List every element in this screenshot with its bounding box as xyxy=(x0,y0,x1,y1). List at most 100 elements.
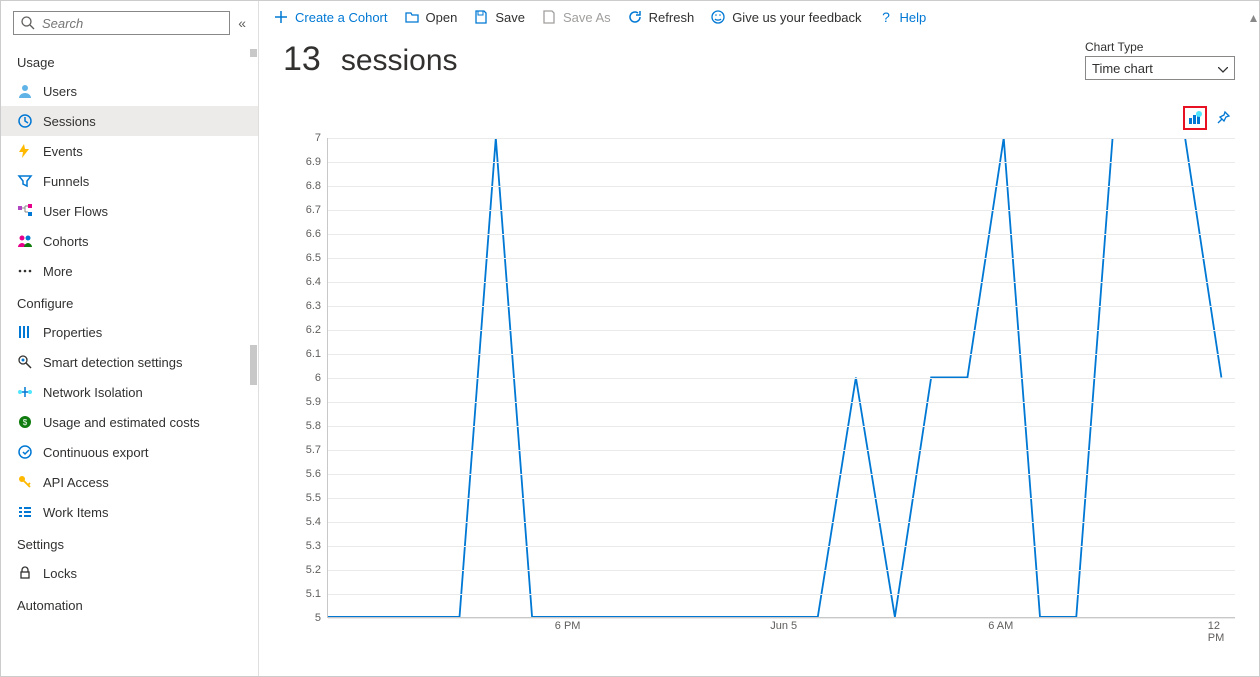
plot-area xyxy=(327,138,1235,618)
sidebar-item-label: Events xyxy=(43,144,83,159)
properties-icon xyxy=(17,324,33,340)
feedback-button[interactable]: Give us your feedback xyxy=(710,9,861,25)
toolbar-label: Save xyxy=(495,10,525,25)
sidebar: « Usage Users Sessions Events Funnels Us… xyxy=(1,1,259,676)
sidebar-item-label: Properties xyxy=(43,325,102,340)
scrollbar-thumb[interactable] xyxy=(250,345,257,385)
y-tick: 6.8 xyxy=(306,180,321,192)
y-tick: 5.4 xyxy=(306,516,321,528)
key-icon xyxy=(17,474,33,490)
x-axis: 6 PMJun 56 AM12 PM xyxy=(327,620,1235,636)
sidebar-item-continuousexport[interactable]: Continuous export xyxy=(1,437,258,467)
x-tick: 12 PM xyxy=(1208,620,1226,644)
sidebar-item-label: Work Items xyxy=(43,505,109,520)
y-tick: 5.2 xyxy=(306,564,321,576)
open-button[interactable]: Open xyxy=(404,9,458,25)
y-tick: 5.6 xyxy=(306,468,321,480)
scrollbar-up-icon[interactable] xyxy=(250,49,257,57)
chart-type-select[interactable]: Time chart xyxy=(1085,56,1235,80)
sidebar-item-cohorts[interactable]: Cohorts xyxy=(1,226,258,256)
sidebar-item-label: More xyxy=(43,264,73,279)
sidebar-item-label: Network Isolation xyxy=(43,385,143,400)
section-usage-header: Usage xyxy=(1,45,258,76)
sidebar-item-events[interactable]: Events xyxy=(1,136,258,166)
sidebar-item-label: Cohorts xyxy=(43,234,89,249)
y-tick: 7 xyxy=(315,132,321,144)
svg-text:?: ? xyxy=(882,9,890,25)
more-icon xyxy=(17,263,33,279)
toolbar-label: Save As xyxy=(563,10,611,25)
x-tick: Jun 5 xyxy=(770,620,797,632)
session-word: sessions xyxy=(341,44,458,78)
sidebar-item-apiaccess[interactable]: API Access xyxy=(1,467,258,497)
y-tick: 6.6 xyxy=(306,228,321,240)
cost-icon: $ xyxy=(17,414,33,430)
y-tick: 6 xyxy=(315,372,321,384)
sidebar-item-label: Locks xyxy=(43,566,77,581)
toolbar-label: Give us your feedback xyxy=(732,10,861,25)
pin-button[interactable] xyxy=(1211,106,1235,130)
search-icon xyxy=(20,15,36,31)
lock-icon xyxy=(17,565,33,581)
cohorts-icon xyxy=(17,233,33,249)
view-logs-button[interactable] xyxy=(1183,106,1207,130)
search-input[interactable] xyxy=(42,16,223,31)
sidebar-item-label: Funnels xyxy=(43,174,89,189)
y-tick: 5.5 xyxy=(306,492,321,504)
y-tick: 6.2 xyxy=(306,324,321,336)
y-tick: 5.7 xyxy=(306,444,321,456)
user-icon xyxy=(17,83,33,99)
sidebar-item-label: Users xyxy=(43,84,77,99)
magnifier-icon xyxy=(17,354,33,370)
main-scrollbar[interactable] xyxy=(1250,11,1257,26)
x-tick: 6 AM xyxy=(988,620,1013,632)
sidebar-item-label: User Flows xyxy=(43,204,108,219)
svg-text:$: $ xyxy=(23,418,28,427)
workitems-icon xyxy=(17,504,33,520)
sidebar-item-sessions[interactable]: Sessions xyxy=(1,106,258,136)
y-tick: 6.5 xyxy=(306,252,321,264)
section-configure-header: Configure xyxy=(1,286,258,317)
y-tick: 6.1 xyxy=(306,348,321,360)
sessions-icon xyxy=(17,113,33,129)
export-icon xyxy=(17,444,33,460)
y-tick: 5.8 xyxy=(306,420,321,432)
chevron-down-icon xyxy=(1218,61,1228,76)
sidebar-item-userflows[interactable]: User Flows xyxy=(1,196,258,226)
toolbar-label: Create a Cohort xyxy=(295,10,388,25)
sidebar-item-workitems[interactable]: Work Items xyxy=(1,497,258,527)
userflows-icon xyxy=(17,203,33,219)
sidebar-item-locks[interactable]: Locks xyxy=(1,558,258,588)
section-settings-header: Settings xyxy=(1,527,258,558)
section-automation-header: Automation xyxy=(1,588,258,619)
search-input-wrap[interactable] xyxy=(13,11,230,35)
sidebar-item-label: Continuous export xyxy=(43,445,149,460)
sidebar-item-smartdetection[interactable]: Smart detection settings xyxy=(1,347,258,377)
chart-type-label: Chart Type xyxy=(1085,40,1235,54)
sidebar-item-users[interactable]: Users xyxy=(1,76,258,106)
collapse-sidebar-icon[interactable]: « xyxy=(238,15,246,31)
main-panel: Create a Cohort Open Save Save As Refres… xyxy=(259,1,1259,676)
sidebar-item-networkisolation[interactable]: Network Isolation xyxy=(1,377,258,407)
sidebar-item-funnels[interactable]: Funnels xyxy=(1,166,258,196)
sidebar-item-label: API Access xyxy=(43,475,109,490)
y-tick: 6.9 xyxy=(306,156,321,168)
sidebar-item-label: Usage and estimated costs xyxy=(43,415,200,430)
help-button[interactable]: ?Help xyxy=(878,9,927,25)
sidebar-item-properties[interactable]: Properties xyxy=(1,317,258,347)
sidebar-item-label: Sessions xyxy=(43,114,96,129)
x-tick: 6 PM xyxy=(555,620,581,632)
sidebar-item-more[interactable]: More xyxy=(1,256,258,286)
session-count: 13 xyxy=(283,40,321,79)
sidebar-item-usagecosts[interactable]: $ Usage and estimated costs xyxy=(1,407,258,437)
toolbar-label: Open xyxy=(426,10,458,25)
y-tick: 5.1 xyxy=(306,588,321,600)
refresh-button[interactable]: Refresh xyxy=(627,9,695,25)
y-tick: 5.3 xyxy=(306,540,321,552)
network-icon xyxy=(17,384,33,400)
y-tick: 6.7 xyxy=(306,204,321,216)
chart: 76.96.86.76.66.56.46.36.26.165.95.85.75.… xyxy=(283,138,1235,636)
create-cohort-button[interactable]: Create a Cohort xyxy=(273,9,388,25)
y-tick: 5.9 xyxy=(306,396,321,408)
save-button[interactable]: Save xyxy=(473,9,525,25)
